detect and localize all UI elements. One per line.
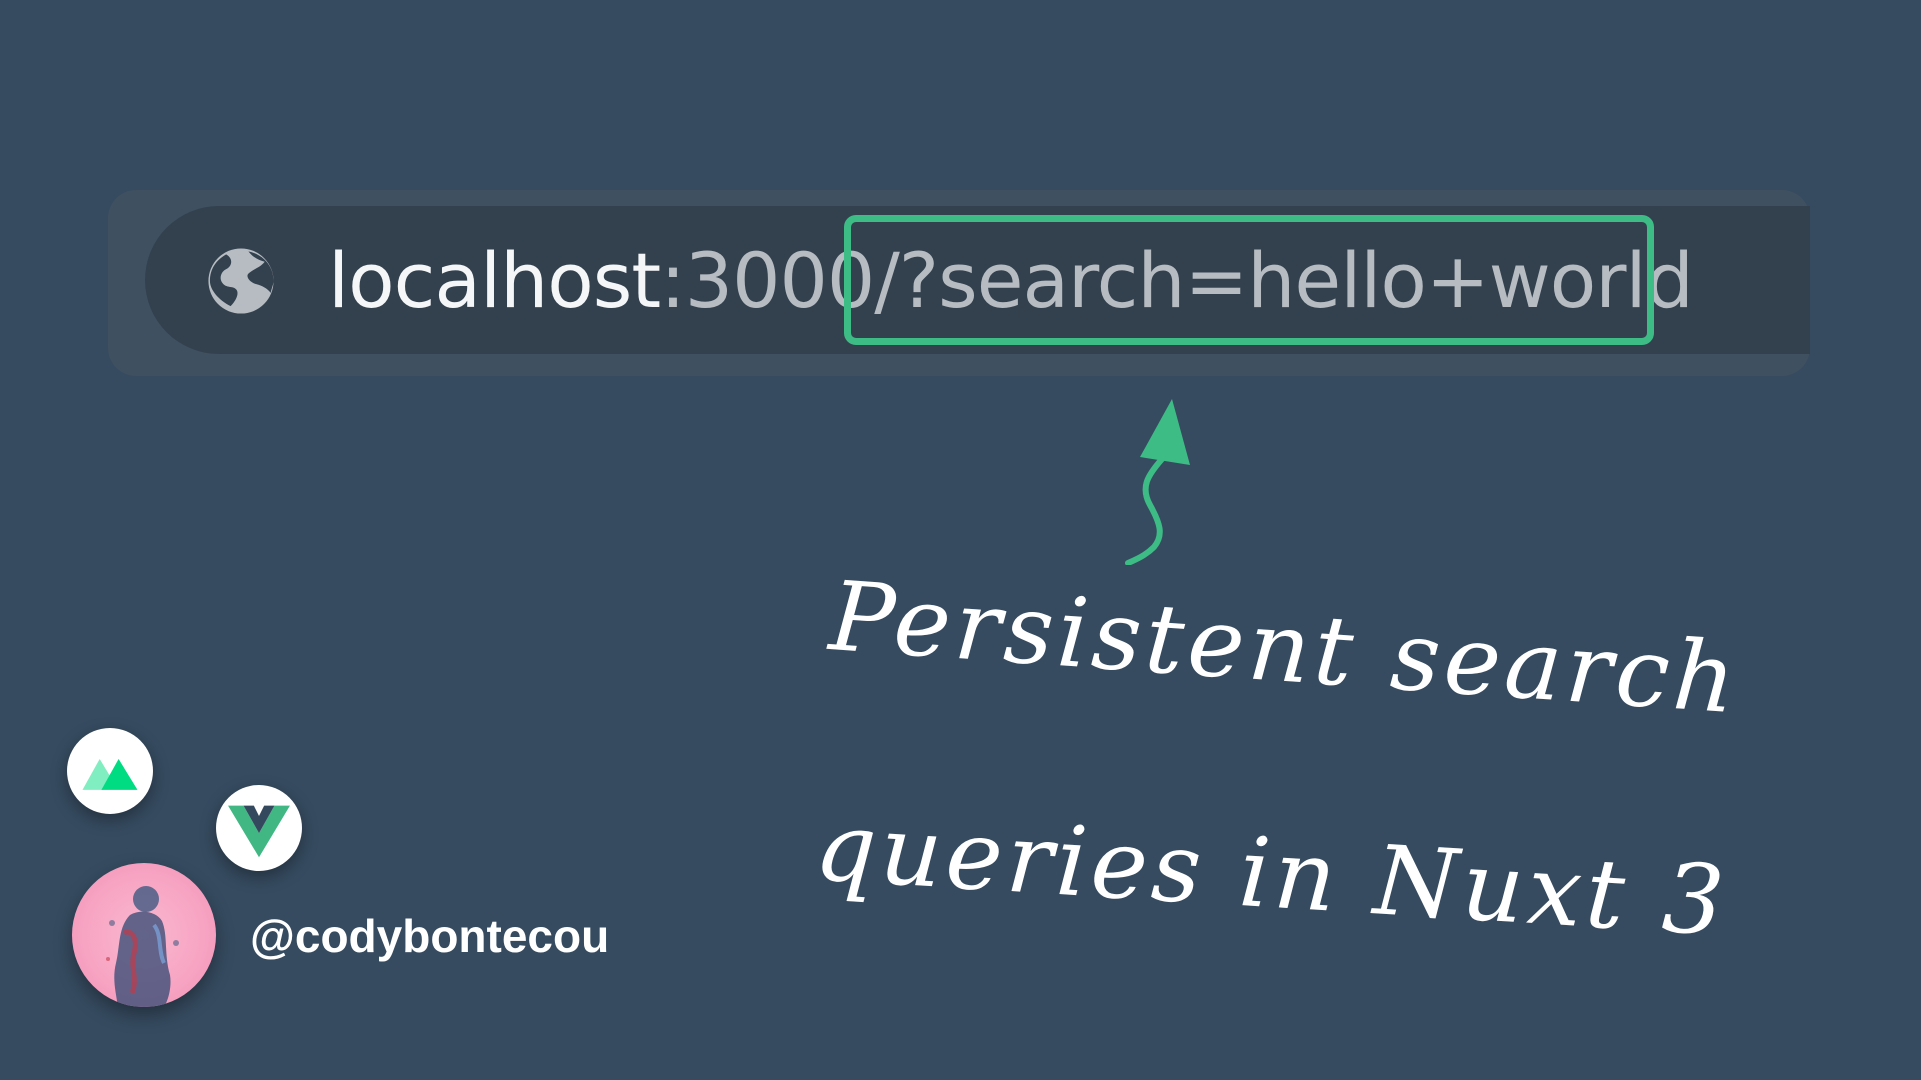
caption-line-2: queries in Nuxt 3 [811,790,1732,958]
vue-badge [216,785,302,871]
avatar-figure [106,886,179,1007]
query-highlight-box [844,215,1654,345]
nuxt-logo-icon [82,758,138,790]
avatar [72,863,216,1007]
url-port: :3000 [660,236,875,325]
globe-icon [208,248,274,314]
arrow-up-icon [1125,399,1190,565]
author-handle[interactable]: @codybontecou [250,908,609,964]
nuxt-badge [67,728,153,814]
url-host: localhost [328,236,661,325]
vue-logo-icon [228,805,290,858]
caption-line-1: Persistent search [826,560,1744,736]
